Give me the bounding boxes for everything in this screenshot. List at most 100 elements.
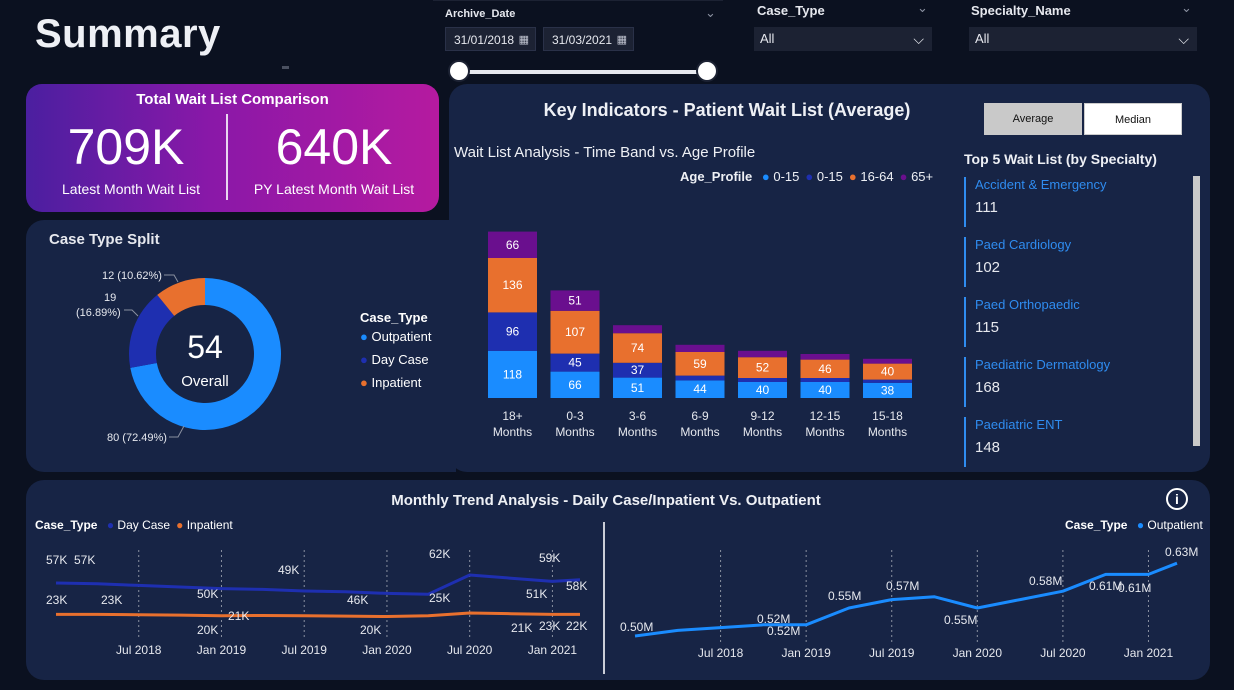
x-tick-label: Jan 2020 bbox=[953, 646, 1003, 660]
py-latest-month-value: 640K bbox=[275, 119, 393, 175]
legend-label: 65+ bbox=[907, 169, 934, 184]
legend-label: 0-15 bbox=[813, 169, 843, 184]
wait-list-bar-chart: 118 96 136 66 18+ Months 66 45 107 51 0-3 Months 51 3… bbox=[488, 231, 912, 439]
case-split-title: Case Type Split bbox=[49, 231, 160, 248]
legend-item-day-case[interactable]: ● Day Case bbox=[107, 518, 170, 532]
series-line[interactable] bbox=[55, 573, 581, 596]
range-end-handle[interactable] bbox=[696, 60, 718, 82]
calendar-icon[interactable]: ▦ bbox=[617, 28, 627, 52]
specialty-dropdown[interactable]: All ⌵ bbox=[969, 27, 1197, 51]
bar-segment[interactable] bbox=[675, 375, 725, 381]
legend-label: Outpatient bbox=[1144, 518, 1203, 532]
case-type-label: Case_Type bbox=[757, 3, 825, 18]
legend-dot-icon: ● bbox=[761, 169, 770, 184]
bar-segment[interactable] bbox=[863, 379, 912, 383]
bar-data-label: 45 bbox=[568, 356, 582, 370]
specialty-value: 115 bbox=[975, 319, 999, 336]
legend-dot-icon: ● bbox=[360, 375, 368, 390]
x-tick-label: Jul 2018 bbox=[698, 646, 744, 660]
top5-scrollbar[interactable] bbox=[1193, 176, 1200, 446]
bar-segment[interactable] bbox=[800, 378, 850, 382]
bar-data-label: 51 bbox=[631, 381, 645, 395]
x-tick-label: Months bbox=[555, 425, 594, 439]
range-start-handle[interactable] bbox=[448, 60, 470, 82]
specialty-value: All bbox=[975, 31, 990, 46]
legend-item-inpatient[interactable]: ● Inpatient bbox=[360, 375, 431, 390]
top5-item[interactable]: Paed Cardiology 102 bbox=[964, 235, 1184, 295]
specialty-value: 102 bbox=[975, 259, 1001, 276]
specialty-value: 111 bbox=[975, 199, 998, 216]
specialty-name: Paed Orthopaedic bbox=[975, 297, 1080, 312]
end-date-input[interactable]: 31/03/2021 ▦ bbox=[543, 27, 634, 51]
x-tick-label: Months bbox=[680, 425, 719, 439]
legend-title: Case_Type bbox=[1065, 518, 1128, 532]
legend-label: 16-64 bbox=[856, 169, 894, 184]
bar-segment[interactable] bbox=[613, 325, 662, 334]
case-type-dropdown[interactable]: All ⌵ bbox=[754, 27, 932, 51]
chevron-down-icon[interactable]: ⌵ bbox=[1178, 27, 1189, 51]
x-tick-label: 15-18 bbox=[872, 409, 903, 423]
line-data-label: 0.57M bbox=[886, 579, 919, 593]
start-date-input[interactable]: 31/01/2018 ▦ bbox=[445, 27, 536, 51]
specialty-name: Paediatric Dermatology bbox=[975, 357, 1111, 372]
chevron-down-icon[interactable]: ⌵ bbox=[913, 27, 924, 51]
chevron-down-icon[interactable]: ⌄ bbox=[917, 0, 928, 16]
bar-segment[interactable] bbox=[800, 354, 850, 360]
top5-item[interactable]: Accident & Emergency 111 bbox=[964, 175, 1184, 235]
line-data-label: 0.58M bbox=[1029, 574, 1062, 588]
end-date-value: 31/03/2021 bbox=[552, 33, 613, 47]
x-tick-label: Months bbox=[743, 425, 782, 439]
specialty-name: Paediatric ENT bbox=[975, 417, 1063, 432]
median-toggle[interactable]: Median bbox=[1084, 103, 1182, 135]
legend-item-age-2[interactable]: ● 16-64 bbox=[849, 169, 894, 184]
top5-item[interactable]: Paediatric Dermatology 168 bbox=[964, 355, 1184, 415]
legend-label: Inpatient bbox=[183, 518, 233, 532]
series-line[interactable] bbox=[634, 561, 1178, 638]
x-tick-label: Jan 2019 bbox=[781, 646, 831, 660]
top5-accent-bar bbox=[964, 357, 966, 407]
chevron-down-icon[interactable]: ⌄ bbox=[1181, 0, 1192, 16]
line-data-label: 62K bbox=[429, 547, 450, 561]
series-line[interactable] bbox=[56, 611, 580, 618]
start-date-value: 31/01/2018 bbox=[454, 33, 515, 47]
bar-segment[interactable] bbox=[738, 350, 787, 358]
bar-segment[interactable] bbox=[863, 358, 912, 364]
line-data-label: 23K bbox=[101, 593, 122, 607]
x-tick-label: Months bbox=[868, 425, 907, 439]
archive-date-slicer: Archive_Date ⌄ 31/01/2018 ▦ 31/03/2021 ▦ bbox=[433, 0, 723, 82]
bar-data-label: 40 bbox=[756, 383, 770, 397]
x-tick-label: Jan 2021 bbox=[528, 643, 578, 657]
chevron-down-icon[interactable]: ⌄ bbox=[705, 5, 716, 21]
trend-right-chart: Jul 2018 Jan 2019 Jul 2019 Jan 2020 Jul 2020… bbox=[620, 545, 1198, 660]
top5-item[interactable]: Paediatric ENT 148 bbox=[964, 415, 1184, 475]
archive-date-label: Archive_Date bbox=[445, 8, 516, 20]
bar-data-label: 107 bbox=[565, 325, 585, 339]
bar-data-label: 40 bbox=[818, 383, 832, 397]
calendar-icon[interactable]: ▦ bbox=[519, 28, 529, 52]
latest-month-value: 709K bbox=[67, 119, 185, 175]
bar-data-label: 136 bbox=[502, 278, 522, 292]
legend-item-outpatient[interactable]: ● Outpatient bbox=[1137, 518, 1203, 532]
kpi-card: Total Wait List Comparison 709K Latest M… bbox=[26, 84, 439, 212]
top5-item[interactable]: Paed Orthopaedic 115 bbox=[964, 295, 1184, 355]
kpi-divider bbox=[226, 114, 228, 200]
bar-data-label: 74 bbox=[631, 341, 645, 355]
bar-segment[interactable] bbox=[738, 378, 787, 382]
key-indicators-title: Key Indicators - Patient Wait List (Aver… bbox=[543, 100, 911, 120]
info-icon[interactable]: i bbox=[1166, 488, 1188, 510]
line-data-label: 21K bbox=[228, 609, 249, 623]
bar-data-label: 44 bbox=[693, 382, 707, 396]
legend-item-age-3[interactable]: ● 65+ bbox=[900, 169, 934, 184]
legend-item-inpatient[interactable]: ● Inpatient bbox=[176, 518, 233, 532]
top5-accent-bar bbox=[964, 417, 966, 467]
date-range-track[interactable] bbox=[460, 70, 708, 74]
bar-segment[interactable] bbox=[675, 344, 725, 352]
legend-item-day-case[interactable]: ● Day Case bbox=[360, 352, 431, 367]
specialty-name: Accident & Emergency bbox=[975, 177, 1107, 192]
average-toggle[interactable]: Average bbox=[984, 103, 1082, 135]
legend-item-age-0[interactable]: ● 0-15 bbox=[762, 169, 800, 184]
line-data-label: 23K bbox=[46, 593, 67, 607]
legend-item-outpatient[interactable]: ● Outpatient bbox=[360, 329, 431, 344]
line-data-label: 57K bbox=[74, 553, 95, 567]
legend-item-age-1[interactable]: ● 0-15 bbox=[805, 169, 843, 184]
